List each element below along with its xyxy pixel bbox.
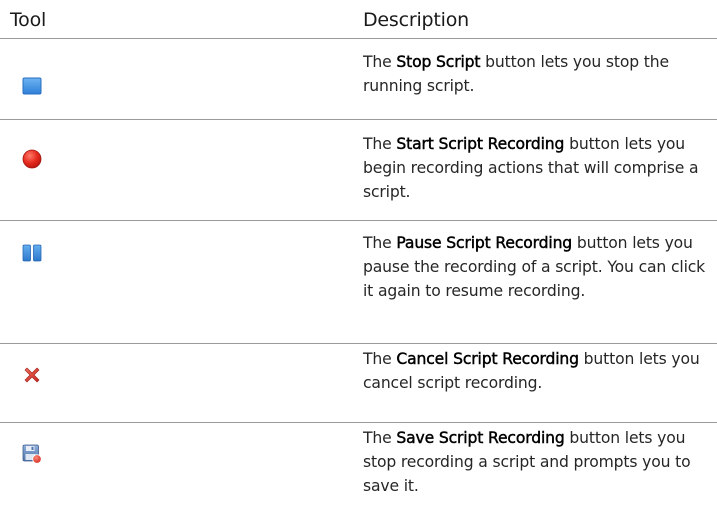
desc-prefix: The xyxy=(363,135,397,153)
header-tool: Tool xyxy=(10,9,47,31)
tool-name: Save Script Recording xyxy=(396,429,565,447)
pause-bars-icon xyxy=(22,243,42,263)
desc-prefix: The xyxy=(363,234,397,252)
description-start-recording: The Start Script Recording button lets y… xyxy=(363,132,713,204)
desc-prefix: The xyxy=(363,53,397,71)
table-header: Tool Description xyxy=(0,0,717,38)
record-circle-icon xyxy=(22,149,42,169)
tool-name: Cancel Script Recording xyxy=(396,350,579,368)
stop-square-icon xyxy=(22,76,42,96)
header-description: Description xyxy=(363,9,470,31)
description-pause-recording: The Pause Script Recording button lets y… xyxy=(363,231,713,303)
desc-prefix: The xyxy=(363,429,397,447)
table-row-save-recording: The Save Script Recording button lets yo… xyxy=(0,423,717,508)
tool-name: Start Script Recording xyxy=(396,135,565,153)
tool-name: Pause Script Recording xyxy=(396,234,573,252)
description-save-recording: The Save Script Recording button lets yo… xyxy=(363,426,713,498)
description-cancel-recording: The Cancel Script Recording button lets … xyxy=(363,347,713,395)
table-row-start-recording: The Start Script Recording button lets y… xyxy=(0,120,717,220)
desc-prefix: The xyxy=(363,350,397,368)
tool-name: Stop Script xyxy=(396,53,481,71)
table-row-pause-recording: The Pause Script Recording button lets y… xyxy=(0,221,717,343)
table-row-stop-script: The Stop Script button lets you stop the… xyxy=(0,39,717,119)
table-row-cancel-recording: The Cancel Script Recording button lets … xyxy=(0,344,717,422)
description-stop-script: The Stop Script button lets you stop the… xyxy=(363,50,713,98)
cancel-x-icon xyxy=(22,365,42,385)
tools-table: Tool Description The Stop Script button … xyxy=(0,0,717,508)
save-disk-record-icon xyxy=(22,444,42,464)
